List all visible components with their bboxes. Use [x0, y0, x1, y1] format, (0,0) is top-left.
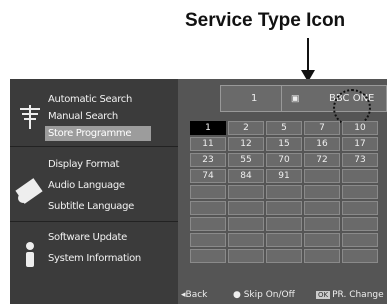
programme-cell[interactable]: 55 — [228, 153, 264, 167]
channel-info-separator — [281, 86, 282, 111]
footer-pr-change: OK PR. Change — [316, 290, 384, 300]
programme-cell[interactable] — [304, 217, 340, 231]
programme-cell[interactable] — [342, 217, 378, 231]
programme-cell[interactable] — [266, 185, 302, 199]
programme-cell[interactable]: 74 — [190, 169, 226, 183]
footer-back: ◂Back — [181, 290, 208, 300]
programme-cell[interactable] — [342, 185, 378, 199]
programme-cell[interactable] — [190, 233, 226, 247]
programme-cell[interactable] — [342, 249, 378, 263]
programme-cell[interactable]: 23 — [190, 153, 226, 167]
menu-item-manual-search[interactable]: Manual Search — [48, 111, 118, 122]
footer-help: ◂Back ● Skip On/Off OK PR. Change — [178, 286, 387, 304]
programme-cell[interactable] — [228, 185, 264, 199]
programme-cell[interactable] — [342, 169, 378, 183]
programme-cell[interactable]: 73 — [342, 153, 378, 167]
programme-cell[interactable]: 5 — [266, 121, 302, 135]
programme-cell[interactable]: 15 — [266, 137, 302, 151]
programme-cell[interactable]: 2 — [228, 121, 264, 135]
footer-pr-change-label: PR. Change — [332, 290, 384, 300]
tv-icon: ▣ — [291, 93, 300, 103]
programme-cell[interactable] — [266, 249, 302, 263]
programme-cell[interactable] — [228, 201, 264, 215]
menu-divider — [10, 221, 178, 222]
programme-cell[interactable] — [304, 169, 340, 183]
programme-cell[interactable]: 12 — [228, 137, 264, 151]
menu-item-software-update[interactable]: Software Update — [48, 232, 127, 243]
service-type-icon-caption: Service Type Icon — [185, 10, 346, 31]
menu-item-display-format[interactable]: Display Format — [48, 159, 119, 170]
programme-cell[interactable]: 72 — [304, 153, 340, 167]
programme-cell[interactable]: 84 — [228, 169, 264, 183]
menu-divider — [10, 146, 178, 147]
antenna-icon — [20, 105, 40, 129]
programme-cell[interactable] — [304, 185, 340, 199]
menu-item-system-information[interactable]: System Information — [48, 253, 141, 264]
programme-cell[interactable] — [266, 201, 302, 215]
tv-menu-screen: Automatic Search Manual Search Store Pro… — [10, 79, 387, 304]
menu-item-automatic-search[interactable]: Automatic Search — [48, 94, 132, 105]
programme-cell[interactable] — [342, 233, 378, 247]
menu-item-store-programme[interactable]: Store Programme — [45, 126, 152, 141]
programme-cell[interactable] — [190, 185, 226, 199]
programme-cell[interactable] — [228, 217, 264, 231]
programme-cell[interactable] — [304, 201, 340, 215]
programme-cell[interactable] — [304, 249, 340, 263]
programme-cell[interactable] — [190, 217, 226, 231]
programme-cell[interactable]: 17 — [342, 137, 378, 151]
programme-cell[interactable]: 11 — [190, 137, 226, 151]
programme-cell[interactable]: 91 — [266, 169, 302, 183]
programme-cell[interactable] — [190, 249, 226, 263]
menu-item-audio-language[interactable]: Audio Language — [48, 180, 125, 191]
programme-cell[interactable] — [266, 233, 302, 247]
display-icon — [15, 178, 43, 204]
menu-item-subtitle-language[interactable]: Subtitle Language — [48, 201, 134, 212]
footer-skip-label: Skip On/Off — [243, 290, 295, 300]
store-programme-panel: 1 ▣ BBC ONE 1 2 5 7 10 11 12 15 16 17 23 55 70 72 73 74… — [178, 79, 387, 304]
ok-key-icon: OK — [316, 291, 331, 299]
programme-cell[interactable]: 1 — [190, 121, 226, 135]
footer-skip: ● Skip On/Off — [233, 290, 295, 300]
channel-info-bar: 1 ▣ BBC ONE — [220, 85, 387, 127]
programme-cell[interactable]: 16 — [304, 137, 340, 151]
programme-cell[interactable]: 10 — [342, 121, 378, 135]
footer-back-label: Back — [185, 290, 208, 300]
info-icon — [26, 242, 34, 267]
programme-cell[interactable] — [342, 201, 378, 215]
channel-number: 1 — [251, 93, 258, 104]
programme-cell[interactable] — [304, 233, 340, 247]
programme-cell[interactable]: 70 — [266, 153, 302, 167]
programme-cell[interactable] — [228, 233, 264, 247]
programme-cell[interactable]: 7 — [304, 121, 340, 135]
setup-menu: Automatic Search Manual Search Store Pro… — [10, 79, 178, 304]
programme-cell[interactable] — [266, 217, 302, 231]
programme-cell[interactable] — [190, 201, 226, 215]
programme-cell[interactable] — [228, 249, 264, 263]
